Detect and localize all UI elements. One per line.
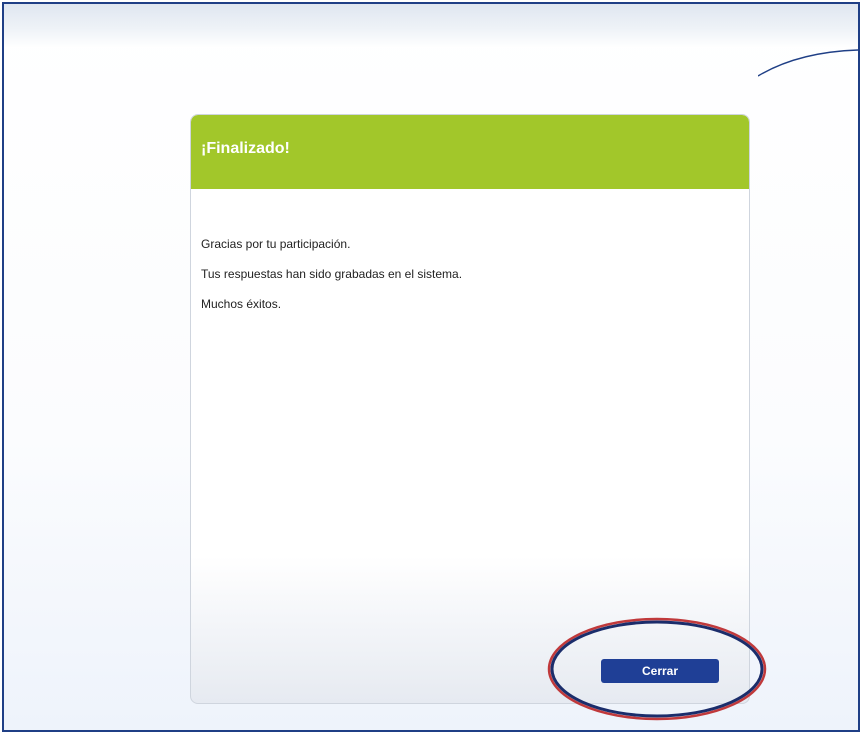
dialog-header: ¡Finalizado! xyxy=(191,115,749,189)
message-thanks: Gracias por tu participación. xyxy=(201,237,351,251)
close-button[interactable]: Cerrar xyxy=(601,659,719,683)
decorative-swoosh xyxy=(758,49,858,77)
message-success: Muchos éxitos. xyxy=(201,297,282,311)
dialog-body: Gracias por tu participación. Tus respue… xyxy=(191,237,472,327)
message-saved: Tus respuestas han sido grabadas en el s… xyxy=(201,267,463,281)
top-banner xyxy=(4,4,858,48)
completion-dialog: ¡Finalizado! Gracias por tu participació… xyxy=(190,114,750,704)
dialog-title: ¡Finalizado! xyxy=(201,140,290,157)
